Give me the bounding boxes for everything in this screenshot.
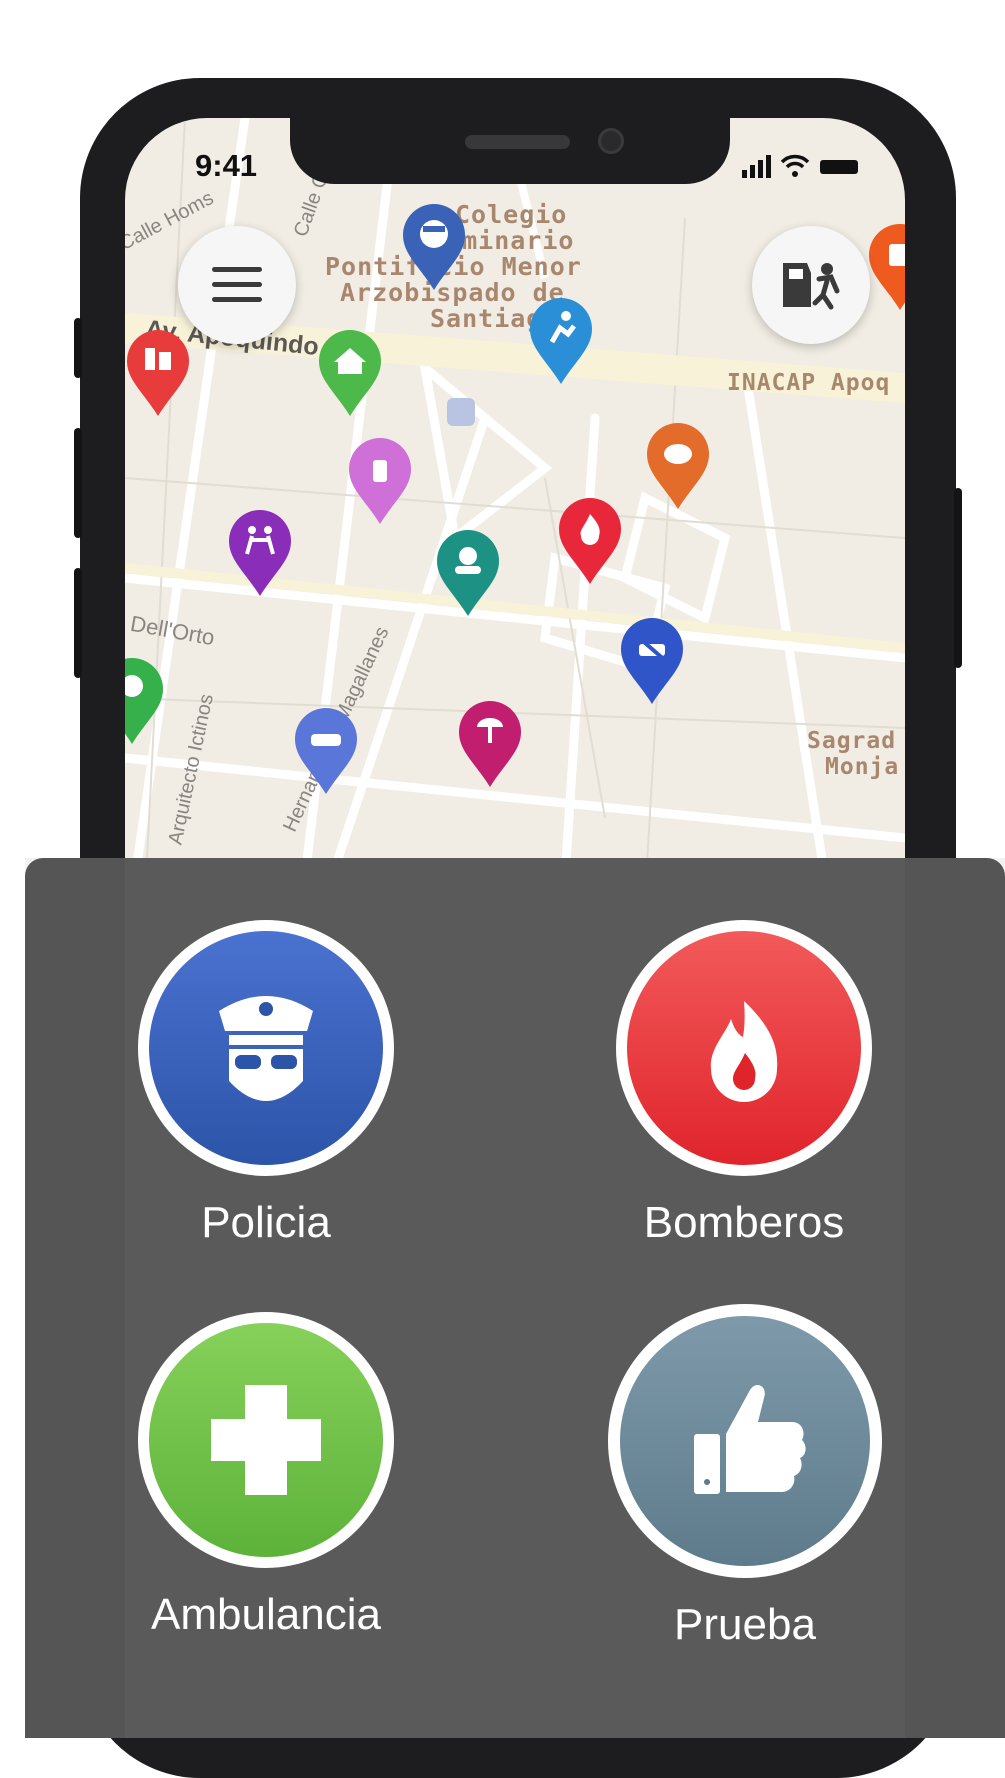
car-pin-icon[interactable]: [293, 708, 359, 796]
battery-icon: [820, 160, 858, 174]
map-label-inacap: INACAP Apoq: [727, 370, 891, 396]
car-theft-icon: [783, 263, 840, 310]
spray-pin-icon[interactable]: [347, 438, 413, 526]
police-pin-icon[interactable]: [401, 204, 467, 292]
menu-button[interactable]: [178, 226, 296, 344]
bus-pin-icon[interactable]: [867, 224, 905, 312]
report-incident-button[interactable]: [752, 226, 870, 344]
firefighters-service-button[interactable]: Bomberos: [616, 920, 872, 1248]
map-label-colegio: Colegio: [455, 200, 568, 229]
tree-pin-icon[interactable]: [125, 658, 165, 746]
dance-pin-icon[interactable]: [227, 510, 293, 598]
notch: [290, 118, 730, 184]
volume-down-button: [74, 568, 82, 678]
map-label-monja: Monja: [825, 754, 900, 780]
test-label: Prueba: [674, 1600, 816, 1649]
vendor-pin-icon[interactable]: [457, 701, 523, 789]
signal-icon: [742, 155, 771, 178]
status-time: 9:41: [195, 148, 258, 183]
transit-stop-icon: [447, 398, 475, 426]
earpiece-speaker: [465, 135, 570, 149]
thumbs-up-icon: [620, 1316, 870, 1566]
ambulance-service-button[interactable]: Ambulancia: [138, 1312, 394, 1640]
status-icons: [742, 152, 882, 180]
person-pin-icon[interactable]: [435, 530, 501, 618]
police-icon: [149, 931, 383, 1165]
firefighters-label: Bomberos: [643, 1198, 845, 1247]
mute-switch: [74, 318, 82, 378]
police-label: Policia: [201, 1198, 331, 1247]
pharmacy-pin-icon[interactable]: [645, 423, 711, 511]
no-car-pin-icon[interactable]: [619, 618, 685, 706]
fight-pin-icon[interactable]: [125, 330, 191, 418]
fire-icon: [627, 931, 861, 1165]
ambulance-label: Ambulancia: [151, 1590, 381, 1639]
wifi-icon: [780, 154, 810, 169]
map-label-sagrado: Sagrad: [807, 728, 897, 754]
cross-icon: [149, 1323, 383, 1557]
hamburger-icon: [212, 267, 262, 302]
test-service-button[interactable]: Prueba: [608, 1304, 882, 1650]
fire-pin-icon[interactable]: [557, 498, 623, 586]
front-camera: [598, 128, 624, 154]
police-service-button[interactable]: Policia: [138, 920, 394, 1248]
volume-up-button: [74, 428, 82, 538]
runner-pin-icon[interactable]: [528, 298, 594, 386]
home-pin-icon[interactable]: [317, 330, 383, 418]
power-button: [954, 488, 962, 668]
